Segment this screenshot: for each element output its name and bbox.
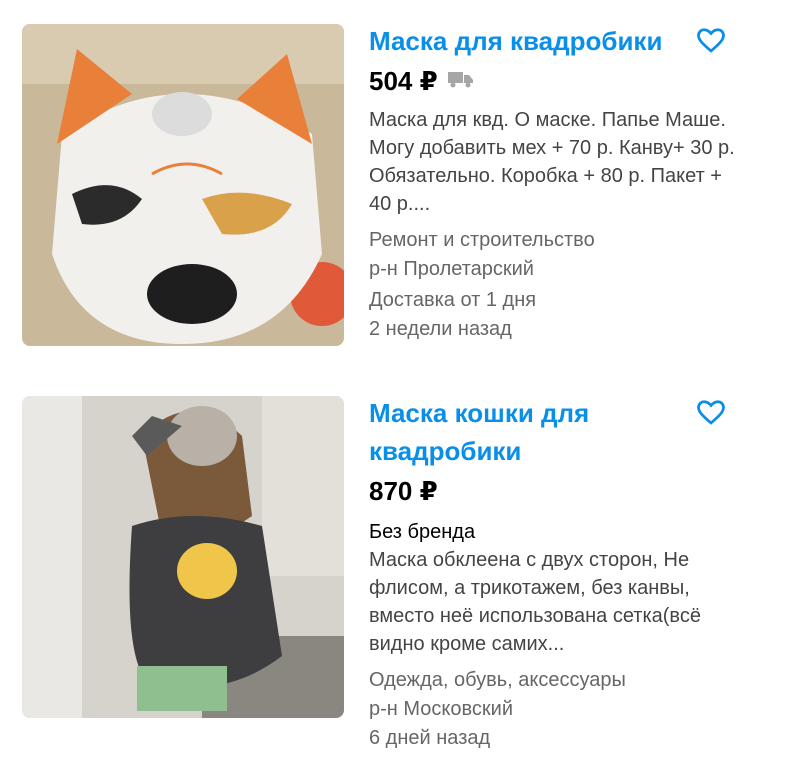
listing-photo[interactable] — [22, 396, 344, 718]
listing-brand: Без бренда — [369, 521, 476, 543]
listing-photo[interactable] — [22, 24, 344, 346]
listing-delivery: Доставка от 1 дня — [369, 289, 537, 311]
listing-title[interactable]: Маска для квадробики — [369, 22, 738, 60]
listing-price: 870 ₽ — [369, 476, 438, 506]
heart-outline-icon — [697, 400, 725, 425]
favorite-button[interactable] — [696, 398, 726, 428]
listing-title[interactable]: Маска кошки для квадробики — [369, 394, 669, 470]
listing-district: р-н Московский — [369, 698, 513, 720]
listing-category: Ремонт и строительство — [369, 229, 595, 251]
listing-district: р-н Пролетарский — [369, 258, 534, 280]
listing-posted: 2 недели назад — [369, 318, 512, 340]
truck-icon — [447, 70, 474, 93]
listing-category: Одежда, обувь, аксессуары — [369, 669, 626, 691]
favorite-button[interactable] — [696, 26, 726, 56]
heart-outline-icon — [697, 28, 725, 53]
listing-posted: 6 дней назад — [369, 727, 491, 749]
listing-price: 504 ₽ — [369, 66, 438, 96]
listing-description: Маска обклеена с двух сторон, Не флисом,… — [369, 549, 701, 655]
listing-description: Маска для квд. О маске. Папье Маше. Могу… — [369, 109, 735, 215]
